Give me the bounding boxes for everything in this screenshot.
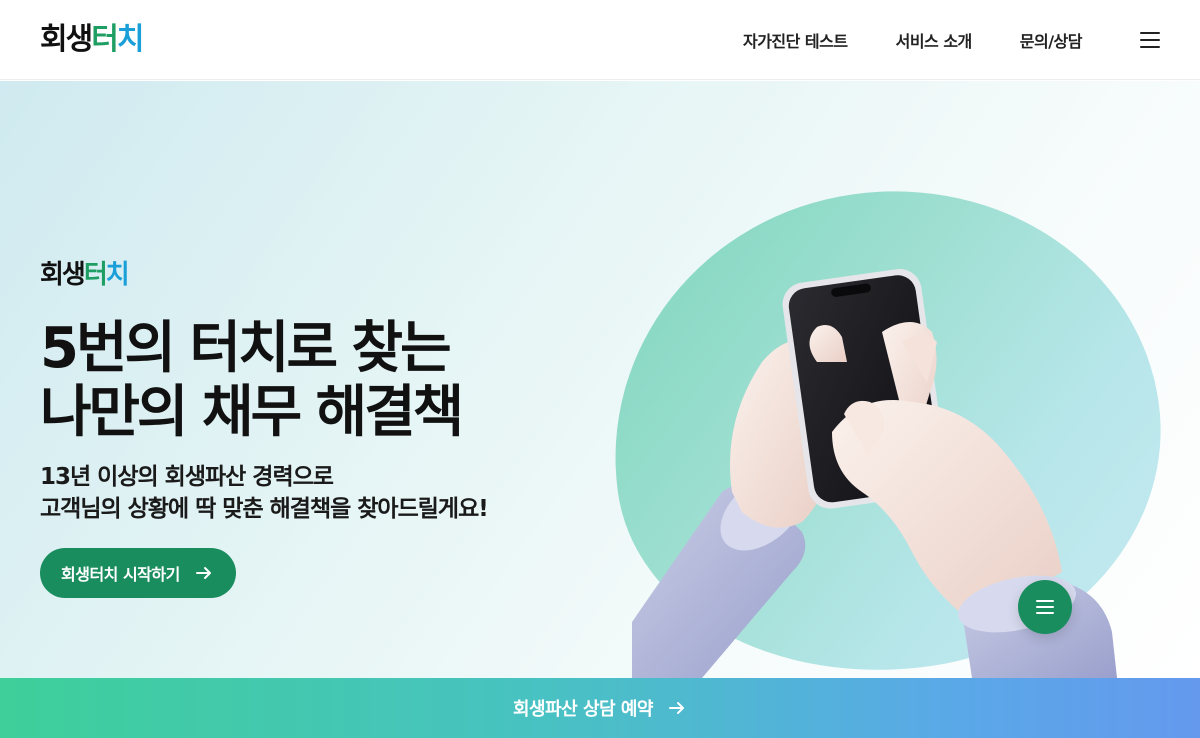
- hero-logo-part1: 회생: [40, 260, 86, 290]
- hand-holding-phone-illustration: [632, 268, 1117, 678]
- hero-headline-line1: 5번의 터치로 찾는: [40, 316, 452, 381]
- hamburger-menu-icon[interactable]: [1140, 31, 1160, 48]
- site-header: 회생 터 치 자가진단 테스트 서비스 소개 문의/상담: [0, 0, 1200, 80]
- hero-headline: 5번의 터치로 찾는 나만의 채무 해결책: [40, 316, 464, 445]
- nav-self-diagnosis[interactable]: 자가진단 테스트: [743, 28, 848, 52]
- hero-logo: 회생터치: [40, 260, 130, 290]
- start-button[interactable]: 회생터치 시작하기: [40, 548, 236, 598]
- arrow-right-icon: [669, 702, 684, 714]
- consultation-booking-bar[interactable]: 회생파산 상담 예약: [0, 678, 1200, 738]
- logo-text-part3: 치: [116, 21, 145, 57]
- nav-inquiry[interactable]: 문의/상담: [1020, 28, 1083, 52]
- nav-service-intro[interactable]: 서비스 소개: [896, 28, 973, 52]
- hero-subline: 13년 이상의 회생파산 경력으로 고객님의 상황에 딱 맞춘 해결책을 찾아드…: [40, 461, 489, 525]
- hero-section: 회생터치 5번의 터치로 찾는 나만의 채무 해결책 13년 이상의 회생파산 …: [0, 81, 1200, 678]
- hero-logo-part2: 터: [83, 260, 108, 290]
- consultation-booking-label: 회생파산 상담 예약: [512, 699, 654, 720]
- site-logo[interactable]: 회생 터 치: [40, 21, 145, 57]
- hero-headline-line2: 나만의 채무 해결책: [40, 380, 464, 445]
- hero-subline-line2: 고객님의 상황에 딱 맞춘 해결책을 찾아드릴게요!: [40, 496, 489, 522]
- main-nav: 자가진단 테스트 서비스 소개 문의/상담: [743, 28, 1083, 52]
- floating-menu-button[interactable]: [1018, 580, 1072, 634]
- logo-text-part2: 터: [91, 21, 119, 57]
- logo-text-part1: 회생: [40, 21, 93, 57]
- hero-subline-line1: 13년 이상의 회생파산 경력으로: [40, 464, 334, 490]
- arrow-right-icon: [196, 567, 211, 579]
- hero-logo-part3: 치: [105, 260, 130, 290]
- start-button-label: 회생터치 시작하기: [61, 565, 180, 584]
